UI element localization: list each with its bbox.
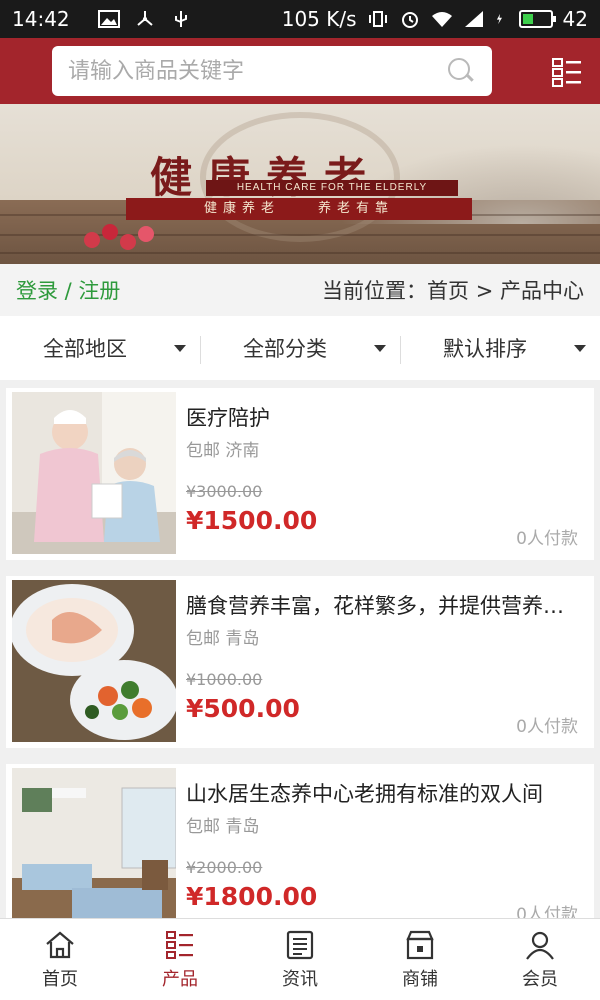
login-register-link[interactable]: 登录 / 注册 (16, 275, 120, 305)
bottom-nav: 首页 产品 资讯 商铺 会员 (0, 918, 600, 1000)
product-original-price: ¥1000.00 (186, 670, 263, 689)
nav-news-label: 资讯 (282, 968, 318, 990)
nav-member[interactable]: 会员 (480, 919, 600, 1000)
banner[interactable]: 健康养老 HEALTH CARE FOR THE ELDERLY 健康养老 养老… (0, 104, 600, 264)
product-shipping-location: 包邮 青岛 (186, 629, 260, 649)
alarm-icon (401, 12, 418, 28)
product-buyers-count: 0人付款 (516, 717, 578, 737)
home-icon (46, 931, 74, 958)
product-list: 医疗陪护 包邮 济南 ¥3000.00 ¥1500.00 0人付款 膳食营养丰富… (6, 388, 594, 952)
nav-shop[interactable]: 商铺 (360, 919, 480, 1000)
filter-sort-label: 默认排序 (443, 337, 527, 361)
banner-flowers (80, 216, 180, 252)
filter-region-label: 全部地区 (43, 337, 127, 361)
search-box[interactable] (52, 46, 492, 96)
status-time: 14:42 (12, 7, 70, 31)
banner-subtitle-en: HEALTH CARE FOR THE ELDERLY (206, 180, 458, 196)
product-image-food[interactable] (12, 580, 176, 742)
product-title[interactable]: 膳食营养丰富，花样繁多，并提供营养搭配 (186, 590, 582, 620)
product-shipping-location: 包邮 青岛 (186, 817, 260, 837)
caret-down-icon (374, 345, 386, 352)
battery-percent: 42 (562, 7, 588, 31)
caret-down-icon (174, 345, 186, 352)
signal-icon (464, 11, 483, 27)
charging-icon (496, 13, 502, 25)
product-image-room[interactable] (12, 768, 176, 930)
user-icon (526, 931, 554, 960)
shop-icon (406, 930, 434, 959)
banner-plank-line (0, 252, 600, 254)
battery-icon (518, 10, 556, 28)
product-price: ¥1500.00 (186, 506, 318, 535)
nav-home[interactable]: 首页 (0, 919, 120, 1000)
product-original-price: ¥2000.00 (186, 858, 263, 877)
product-item[interactable]: 医疗陪护 包邮 济南 ¥3000.00 ¥1500.00 0人付款 (6, 388, 594, 560)
gallery-icon (97, 10, 120, 28)
nav-member-label: 会员 (522, 968, 558, 990)
search-input[interactable] (68, 58, 446, 84)
header (0, 38, 600, 104)
filter-bar: 全部地区 全部分类 默认排序 (0, 316, 600, 380)
product-title[interactable]: 医疗陪护 (186, 402, 582, 432)
net-speed: 105 K/s (281, 7, 357, 31)
filter-region[interactable]: 全部地区 (0, 316, 200, 380)
product-shipping-location: 包邮 济南 (186, 441, 260, 461)
vibrate-icon (368, 11, 387, 27)
usb-icon (174, 11, 187, 27)
product-buyers-count: 0人付款 (516, 529, 578, 549)
product-list-icon (166, 930, 193, 959)
nav-products[interactable]: 产品 (120, 919, 240, 1000)
filter-category[interactable]: 全部分类 (200, 316, 400, 380)
nav-products-label: 产品 (162, 968, 198, 990)
nav-home-label: 首页 (42, 968, 78, 990)
filter-category-label: 全部分类 (243, 337, 327, 361)
product-price: ¥500.00 (186, 694, 300, 723)
nav-shop-label: 商铺 (402, 968, 438, 990)
caret-down-icon (574, 345, 586, 352)
product-title[interactable]: 山水居生态养中心老拥有标准的双人间 (186, 778, 582, 808)
search-icon[interactable] (446, 56, 476, 86)
menu-icon[interactable] (552, 57, 582, 87)
product-image-nurse[interactable] (12, 392, 176, 554)
news-icon (286, 930, 314, 959)
product-price: ¥1800.00 (186, 882, 318, 911)
usb-share-icon (136, 11, 153, 26)
breadcrumb-bar: 登录 / 注册 当前位置：首页 > 产品中心 (0, 264, 600, 316)
breadcrumb: 当前位置：首页 > 产品中心 (322, 279, 584, 303)
product-original-price: ¥3000.00 (186, 482, 263, 501)
status-bar: 14:42 105 K/s 42 (0, 0, 600, 38)
wifi-icon (431, 12, 452, 27)
product-item[interactable]: 膳食营养丰富，花样繁多，并提供营养搭配 包邮 青岛 ¥1000.00 ¥500.… (6, 576, 594, 748)
filter-sort[interactable]: 默认排序 (400, 316, 600, 380)
product-item[interactable]: 山水居生态养中心老拥有标准的双人间 包邮 青岛 ¥2000.00 ¥1800.0… (6, 764, 594, 936)
nav-news[interactable]: 资讯 (240, 919, 360, 1000)
